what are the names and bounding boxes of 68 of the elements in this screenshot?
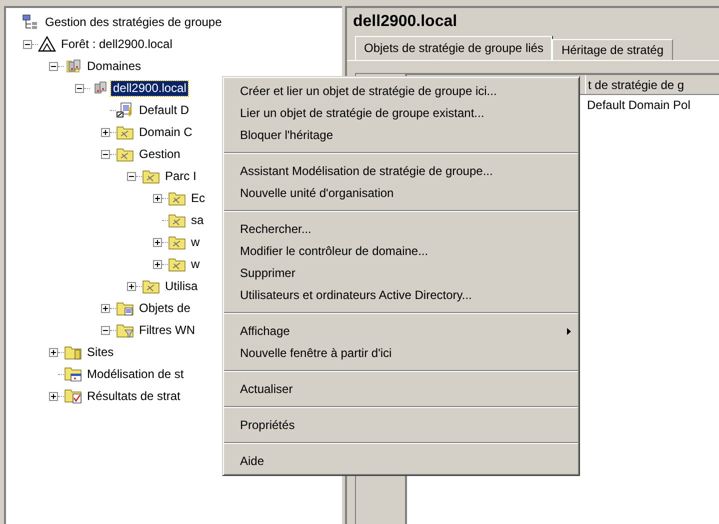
menu-item[interactable]: Bloquer l'héritage (223, 124, 579, 146)
tree-item[interactable]: Filtres WN (137, 322, 197, 338)
tree-item[interactable]: dell2900.local (111, 80, 188, 96)
menu-item[interactable]: Modifier le contrôleur de domaine... (223, 240, 579, 262)
server-icon (64, 58, 82, 74)
folder-icon (168, 256, 186, 272)
menu-item[interactable]: Créer et lier un objet de stratégie de groupe ici... (223, 80, 579, 102)
expand-icon[interactable] (49, 392, 58, 400)
folder-window-icon (64, 366, 82, 382)
folder-check-icon (64, 388, 82, 404)
expand-icon[interactable] (153, 194, 162, 202)
tree-item[interactable]: sa (189, 212, 206, 228)
menu-item[interactable]: Affichage (223, 320, 579, 342)
menu-item[interactable]: Lier un objet de stratégie de groupe existant... (223, 102, 579, 124)
menu-item[interactable]: Assistant Modélisation de stratégie de groupe... (223, 160, 579, 182)
tree-item[interactable]: Objets de (137, 300, 192, 316)
folder-icon (168, 212, 186, 228)
tree-item[interactable]: Domaines (85, 58, 144, 74)
menu-item[interactable]: Utilisateurs et ordinateurs Active Directory... (223, 284, 579, 306)
folder-document-icon (116, 300, 134, 316)
tree-item[interactable]: Forêt : dell2900.local (59, 36, 174, 52)
collapse-icon[interactable] (75, 84, 84, 92)
menu-item[interactable]: Actualiser (223, 378, 579, 400)
folder-icon (168, 190, 186, 206)
tree-item[interactable]: Default D (137, 102, 192, 118)
tree-item[interactable]: Gestion des stratégies de groupe (43, 14, 224, 30)
tree-item[interactable]: Sites (85, 344, 116, 360)
menu-item[interactable]: Aide (223, 450, 579, 472)
submenu-arrow-icon (567, 328, 571, 334)
menu-item[interactable]: Nouvelle fenêtre à partir d'ici (223, 342, 579, 364)
script-shortcut-icon (116, 102, 134, 118)
expand-icon[interactable] (153, 238, 162, 246)
expand-icon[interactable] (101, 304, 110, 312)
tab[interactable]: Objets de stratégie de groupe liés (355, 36, 552, 60)
menu-item[interactable]: Nouvelle unité d'organisation (223, 182, 579, 204)
menu-item[interactable]: Supprimer (223, 262, 579, 284)
tree-chart-icon (22, 14, 40, 30)
folder-icon (142, 168, 160, 184)
collapse-icon[interactable] (49, 62, 58, 70)
details-title: dell2900.local (352, 12, 458, 32)
tree-item[interactable]: w (189, 256, 202, 272)
expand-icon[interactable] (101, 128, 110, 136)
expand-icon[interactable] (153, 260, 162, 268)
tree-item[interactable]: Utilisa (163, 278, 200, 294)
menu-item[interactable]: Rechercher... (223, 218, 579, 240)
folder-icon (116, 146, 134, 162)
collapse-icon[interactable] (127, 172, 136, 180)
tree-item[interactable]: w (189, 234, 202, 250)
folder-building-icon (64, 344, 82, 360)
tree-item[interactable]: Modélisation de st (85, 366, 186, 382)
table-cell-text: Default Domain Pol (586, 97, 692, 114)
folder-filter-icon (116, 322, 134, 338)
expand-icon[interactable] (49, 348, 58, 356)
folder-icon (168, 234, 186, 250)
collapse-icon[interactable] (101, 150, 110, 158)
collapse-icon[interactable] (23, 40, 32, 48)
folder-icon (116, 124, 134, 140)
menu-item[interactable]: Propriétés (223, 414, 579, 436)
tree-item[interactable]: Domain C (137, 124, 194, 140)
tree-item[interactable]: Résultats de strat (85, 388, 182, 404)
expand-icon[interactable] (127, 282, 136, 290)
tree-item[interactable]: Ec (189, 190, 208, 206)
tree-item[interactable]: Gestion (137, 146, 182, 162)
triangle-icon (38, 36, 56, 52)
folder-icon (142, 278, 160, 294)
collapse-icon[interactable] (101, 326, 110, 334)
tab[interactable]: Héritage de stratég (552, 39, 673, 60)
tree-item[interactable]: Parc I (163, 168, 198, 184)
